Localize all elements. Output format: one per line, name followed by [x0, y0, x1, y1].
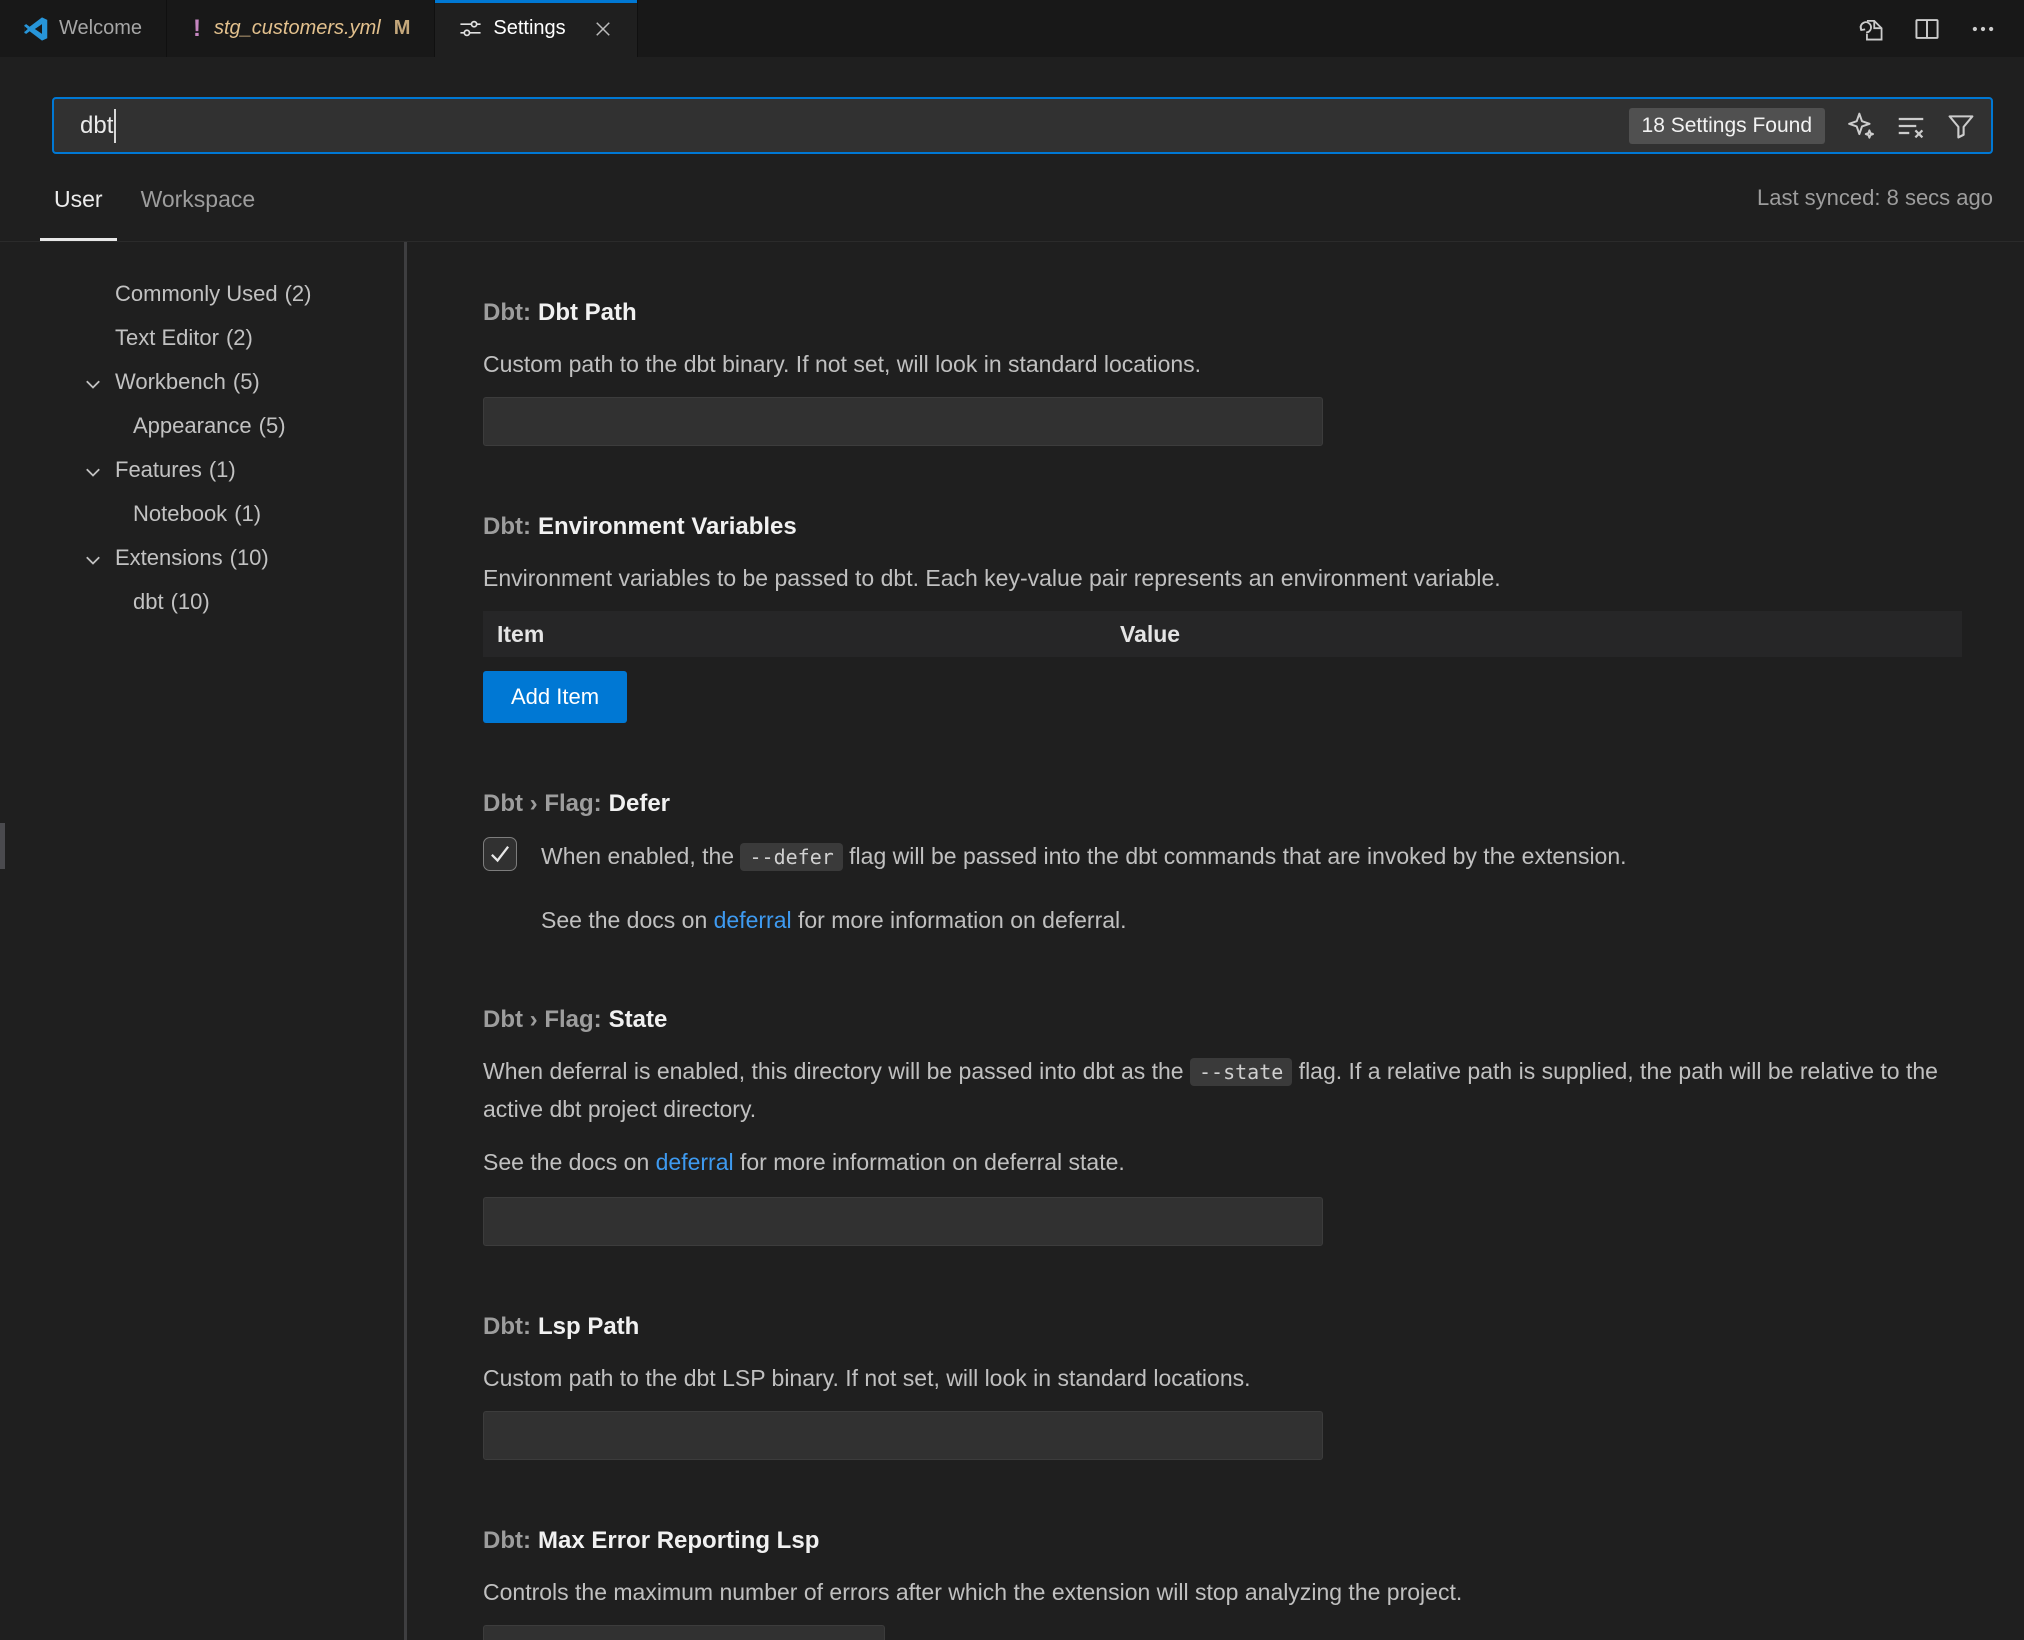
- tab-label: Welcome: [59, 17, 142, 40]
- open-changes-icon[interactable]: [1858, 16, 1884, 42]
- split-editor-icon[interactable]: [1914, 16, 1940, 42]
- code-chip: --state: [1190, 1058, 1292, 1086]
- setting-description: Environment variables to be passed to db…: [483, 560, 1983, 597]
- chevron-down-icon: [84, 549, 102, 575]
- more-actions-icon[interactable]: [1970, 16, 1996, 42]
- problem-exclamation-icon: !: [191, 15, 203, 43]
- setting-title: Dbt:Lsp Path: [483, 1312, 1983, 1342]
- settings-toc: Commonly Used(2) Text Editor(2) Workbenc…: [0, 242, 404, 1640]
- toc-item-dbt[interactable]: dbt(10): [0, 580, 404, 624]
- setting-title: Dbt › Flag:State: [483, 1005, 1983, 1035]
- settings-search-row: dbt 18 Settings Found: [0, 57, 2024, 154]
- setting-title: Dbt:Environment Variables: [483, 512, 1983, 542]
- toc-item-appearance[interactable]: Appearance(5): [0, 404, 404, 448]
- toc-item-text-editor[interactable]: Text Editor(2): [0, 316, 404, 360]
- setting-flag-defer: Dbt › Flag:Defer When enabled, the --def…: [483, 789, 1983, 939]
- last-synced-status: Last synced: 8 secs ago: [1757, 154, 1993, 241]
- settings-list: Dbt:Dbt Path Custom path to the dbt bina…: [407, 242, 2024, 1640]
- settings-search-input[interactable]: dbt 18 Settings Found: [52, 97, 1993, 154]
- settings-scope-row: User Workspace Last synced: 8 secs ago: [0, 154, 2024, 242]
- toc-item-commonly-used[interactable]: Commonly Used(2): [0, 272, 404, 316]
- editor-actions: [1858, 0, 2024, 57]
- setting-environment-variables: Dbt:Environment Variables Environment va…: [483, 512, 1983, 723]
- sparkle-ai-icon[interactable]: [1847, 112, 1875, 140]
- code-chip: --defer: [740, 843, 842, 871]
- column-header-value: Value: [1120, 621, 1962, 648]
- dbt-path-input[interactable]: [483, 397, 1323, 446]
- toc-item-notebook[interactable]: Notebook(1): [0, 492, 404, 536]
- tab-settings[interactable]: Settings: [435, 0, 637, 57]
- add-item-button[interactable]: Add Item: [483, 671, 627, 723]
- clear-filters-icon[interactable]: [1897, 112, 1925, 140]
- scope-tab-user[interactable]: User: [40, 154, 117, 241]
- scope-tab-workspace[interactable]: Workspace: [127, 154, 270, 241]
- settings-sliders-icon: [459, 17, 482, 40]
- chevron-down-icon: [84, 461, 102, 487]
- deferral-link[interactable]: deferral: [714, 907, 792, 933]
- vscode-logo-icon: [24, 17, 48, 41]
- docs-note: See the docs on deferral for more inform…: [541, 902, 1983, 939]
- checkbox-label: When enabled, the --defer flag will be p…: [541, 837, 1627, 876]
- setting-description: Controls the maximum number of errors af…: [483, 1574, 1983, 1611]
- git-modified-badge: M: [394, 17, 411, 40]
- setting-description: Custom path to the dbt binary. If not se…: [483, 346, 1983, 383]
- toc-item-features[interactable]: Features(1): [0, 448, 404, 492]
- setting-description: When deferral is enabled, this directory…: [483, 1053, 1983, 1128]
- filter-funnel-icon[interactable]: [1947, 112, 1975, 140]
- defer-checkbox[interactable]: [483, 837, 517, 871]
- state-path-input[interactable]: [483, 1197, 1323, 1246]
- toc-item-workbench[interactable]: Workbench(5): [0, 360, 404, 404]
- column-header-item: Item: [483, 621, 1120, 648]
- setting-title: Dbt:Max Error Reporting Lsp: [483, 1526, 1983, 1556]
- tab-welcome[interactable]: Welcome: [0, 0, 167, 57]
- env-table-header: Item Value: [483, 611, 1962, 657]
- max-error-reporting-input[interactable]: [483, 1625, 885, 1640]
- chevron-down-icon: [84, 373, 102, 399]
- tab-stg-customers[interactable]: ! stg_customers.yml M: [167, 0, 435, 57]
- tab-label: stg_customers.yml: [214, 17, 381, 40]
- scrollbar-thumb[interactable]: [0, 823, 5, 869]
- editor-tab-bar: Welcome ! stg_customers.yml M Settings: [0, 0, 2024, 57]
- env-variables-table: Item Value: [483, 611, 1962, 657]
- setting-max-error-reporting-lsp: Dbt:Max Error Reporting Lsp Controls the…: [483, 1526, 1983, 1640]
- setting-lsp-path: Dbt:Lsp Path Custom path to the dbt LSP …: [483, 1312, 1983, 1460]
- setting-title: Dbt:Dbt Path: [483, 298, 1983, 328]
- search-query-text: dbt: [80, 112, 113, 140]
- text-cursor: [114, 109, 116, 143]
- settings-body: Commonly Used(2) Text Editor(2) Workbenc…: [0, 242, 2024, 1640]
- results-count-badge: 18 Settings Found: [1629, 108, 1825, 144]
- setting-title: Dbt › Flag:Defer: [483, 789, 1983, 819]
- setting-dbt-path: Dbt:Dbt Path Custom path to the dbt bina…: [483, 298, 1983, 446]
- deferral-link[interactable]: deferral: [656, 1149, 734, 1175]
- lsp-path-input[interactable]: [483, 1411, 1323, 1460]
- tab-label: Settings: [493, 17, 565, 40]
- close-icon[interactable]: [593, 19, 613, 39]
- setting-description: Custom path to the dbt LSP binary. If no…: [483, 1360, 1983, 1397]
- setting-flag-state: Dbt › Flag:State When deferral is enable…: [483, 1005, 1983, 1246]
- toc-item-extensions[interactable]: Extensions(10): [0, 536, 404, 580]
- docs-note: See the docs on deferral for more inform…: [483, 1144, 1983, 1181]
